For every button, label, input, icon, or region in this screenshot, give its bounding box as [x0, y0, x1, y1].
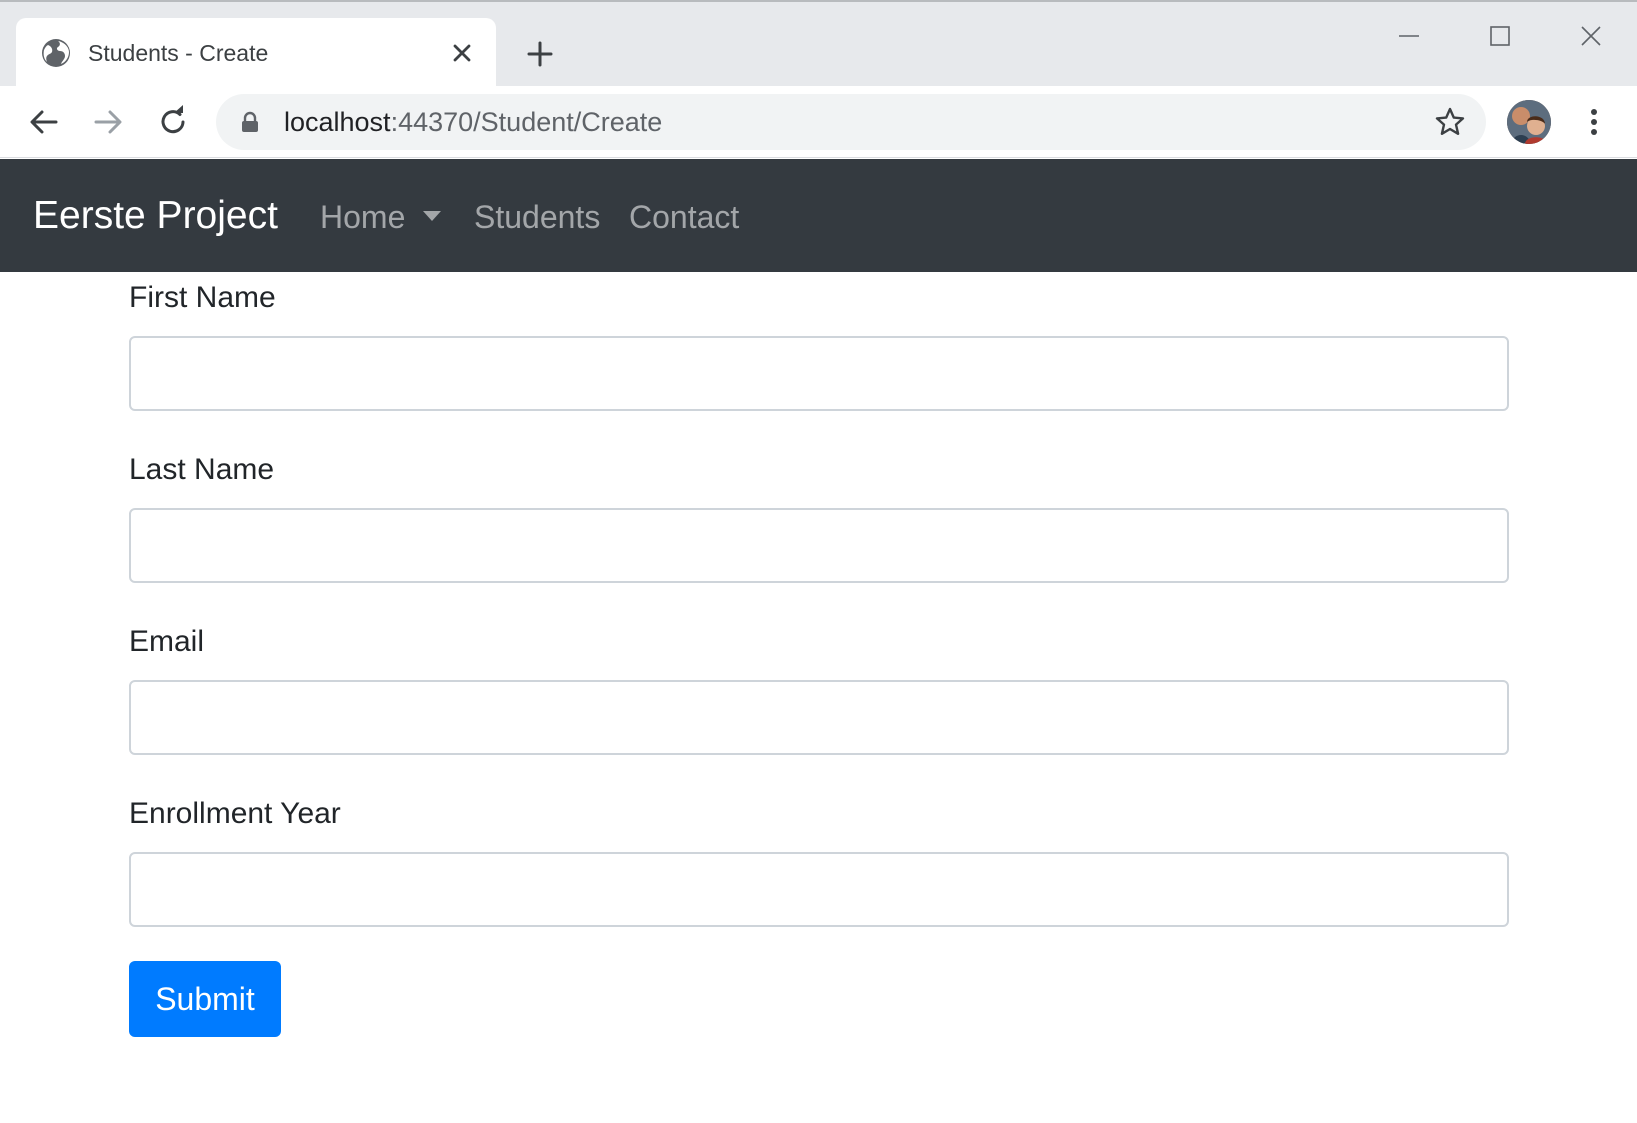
- address-bar[interactable]: localhost:44370/Student/Create: [216, 94, 1486, 150]
- email-field[interactable]: [129, 680, 1509, 755]
- minimize-icon[interactable]: [1389, 16, 1429, 56]
- avatar[interactable]: [1507, 100, 1551, 144]
- star-icon[interactable]: [1434, 106, 1466, 138]
- reload-icon[interactable]: [155, 104, 191, 140]
- chevron-down-icon[interactable]: [423, 210, 441, 222]
- close-icon[interactable]: [448, 39, 476, 67]
- browser-tab[interactable]: Students - Create: [16, 18, 496, 88]
- avatar-image: [1507, 100, 1551, 144]
- first-name-field[interactable]: [129, 336, 1509, 411]
- navbar-brand[interactable]: Eerste Project: [33, 193, 278, 239]
- submit-button[interactable]: Submit: [129, 961, 281, 1037]
- globe-icon: [42, 39, 70, 67]
- kebab-menu-icon[interactable]: [1582, 104, 1606, 140]
- arrow-right-icon[interactable]: [90, 104, 126, 140]
- nav-item-home[interactable]: Home: [320, 197, 405, 237]
- url-path: :44370/Student/Create: [390, 107, 663, 137]
- last-name-field[interactable]: [129, 508, 1509, 583]
- email-label: Email: [129, 625, 205, 658]
- nav-item-contact[interactable]: Contact: [629, 197, 739, 237]
- url-text[interactable]: localhost:44370/Student/Create: [284, 106, 662, 138]
- plus-icon[interactable]: [524, 38, 556, 70]
- maximize-icon[interactable]: [1480, 16, 1520, 56]
- tab-title: Students - Create: [88, 40, 269, 66]
- arrow-left-icon[interactable]: [26, 104, 62, 140]
- lock-icon[interactable]: [240, 111, 260, 133]
- nav-item-students[interactable]: Students: [474, 197, 600, 237]
- enrollment-year-label: Enrollment Year: [129, 797, 341, 830]
- first-name-label: First Name: [129, 281, 276, 314]
- site-navbar: Eerste Project Home Students Contact: [0, 159, 1637, 272]
- enrollment-year-field[interactable]: [129, 852, 1509, 927]
- browser-toolbar: localhost:44370/Student/Create: [0, 86, 1637, 158]
- url-host: localhost: [284, 107, 391, 137]
- close-icon[interactable]: [1571, 16, 1611, 56]
- last-name-label: Last Name: [129, 453, 275, 486]
- tab-strip: Students - Create: [0, 2, 1637, 88]
